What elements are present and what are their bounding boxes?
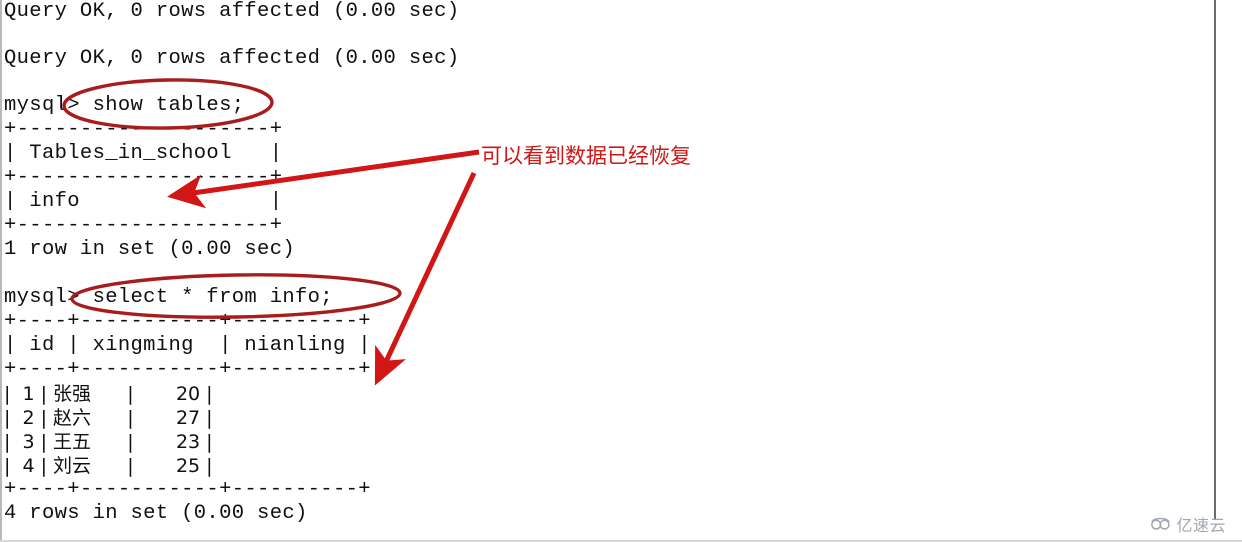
console-line: | 3 | 王五 | 23 |	[4, 431, 213, 453]
left-edge-rule	[0, 0, 2, 542]
console-line: 4 rows in set (0.00 sec)	[4, 502, 308, 525]
cloud-logo-icon	[1150, 517, 1172, 531]
screenshot-root: Query OK, 0 rows affected (0.00 sec) Quer…	[0, 0, 1242, 542]
console-line: | id | xingming | nianling |	[4, 334, 371, 357]
console-line: +--------------------+	[4, 214, 283, 237]
console-line: | info |	[4, 190, 283, 213]
console-line: | 4 | 刘云 | 25 |	[4, 455, 213, 477]
console-line: +----+-----------+----------+	[4, 310, 371, 333]
console-line: +--------------------+	[4, 118, 283, 141]
annotation-note-label: 可以看到数据已经恢复	[481, 144, 691, 168]
console-line: Query OK, 0 rows affected (0.00 sec)	[4, 47, 460, 70]
console-line: 1 row in set (0.00 sec)	[4, 238, 295, 261]
console-line: | 2 | 赵六 | 27 |	[4, 407, 213, 429]
right-window-border	[1214, 0, 1216, 520]
console-line: mysql> show tables;	[4, 94, 245, 117]
console-line: mysql> select * from info;	[4, 286, 333, 309]
annotation-arrow	[374, 171, 477, 386]
console-line: +----+-----------+----------+	[4, 358, 371, 381]
console-line: +--------------------+	[4, 166, 283, 189]
console-line: Query OK, 0 rows affected (0.00 sec)	[4, 0, 460, 23]
watermark-label: 亿速云	[1176, 516, 1226, 535]
console-line: | Tables_in_school |	[4, 142, 283, 165]
console-line: | 1 | 张强 | 20 |	[4, 383, 213, 405]
watermark: 亿速云	[1150, 512, 1226, 536]
console-line: +----+-----------+----------+	[4, 478, 371, 501]
